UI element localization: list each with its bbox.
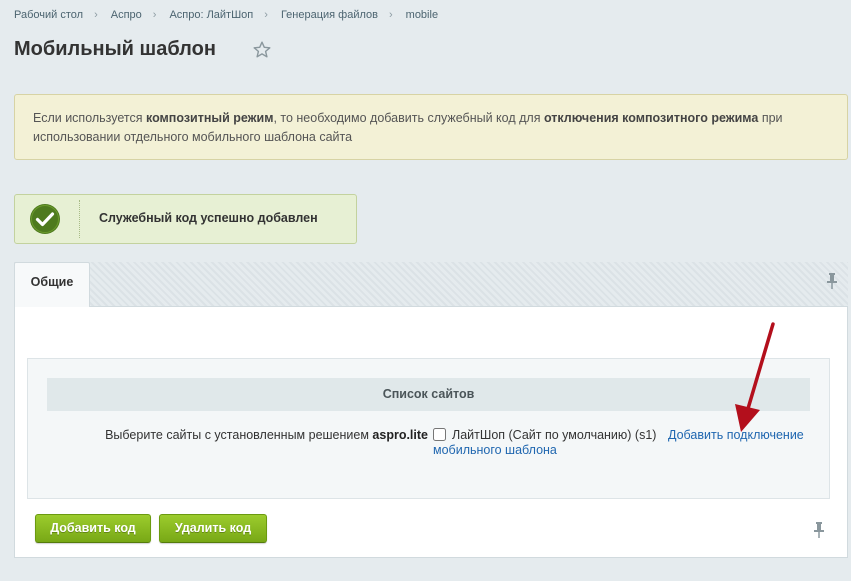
page-title: Мобильный шаблон — [14, 38, 216, 60]
breadcrumb-item-mobile[interactable]: mobile — [406, 9, 438, 21]
breadcrumb-item-aspro[interactable]: Аспро — [111, 9, 142, 21]
notice-bold-composite: композитный режим — [146, 111, 274, 125]
success-message: Служебный код успешно добавлен — [14, 194, 357, 244]
breadcrumb-separator-icon: › — [152, 9, 157, 21]
tab-general[interactable]: Общие — [14, 262, 90, 307]
notice-bold-disable-composite: отключения композитного режима — [543, 111, 759, 125]
solution-name: aspro.lite — [372, 428, 428, 442]
checkmark-circle-icon — [30, 204, 60, 234]
breadcrumb-separator-icon: › — [264, 9, 268, 21]
add-mobile-template-link-line2[interactable]: мобильного шаблона — [433, 443, 557, 457]
breadcrumb-separator-icon: › — [388, 9, 393, 21]
tab-strip — [14, 262, 848, 306]
breadcrumb-item-file-generation[interactable]: Генерация файлов — [281, 9, 378, 21]
pin-icon[interactable] — [824, 272, 840, 290]
success-text: Служебный код успешно добавлен — [99, 211, 318, 225]
composite-mode-notice: Если используется композитный режим, то … — [14, 94, 848, 160]
add-mobile-template-link[interactable]: Добавить подключение — [668, 428, 804, 442]
pin-icon[interactable] — [811, 521, 827, 539]
breadcrumb-item-liteshop[interactable]: Аспро: ЛайтШоп — [169, 9, 253, 21]
breadcrumb-separator-icon: › — [94, 9, 98, 21]
sites-section-header: Список сайтов — [47, 378, 810, 411]
site-checkbox-s1[interactable] — [433, 428, 446, 441]
delete-code-button[interactable]: Удалить код — [159, 514, 267, 543]
sites-field-label: Выберите сайты с установленным решением … — [105, 428, 428, 442]
star-outline-icon[interactable] — [252, 40, 272, 60]
breadcrumb-item-desktop[interactable]: Рабочий стол — [14, 9, 83, 21]
success-divider — [79, 200, 80, 238]
site-name-label: ЛайтШоп (Сайт по умолчанию) (s1) — [452, 428, 657, 442]
breadcrumb: Рабочий стол › Аспро › Аспро: ЛайтШоп › Генера… — [14, 9, 438, 21]
add-code-button[interactable]: Добавить код — [35, 514, 151, 543]
